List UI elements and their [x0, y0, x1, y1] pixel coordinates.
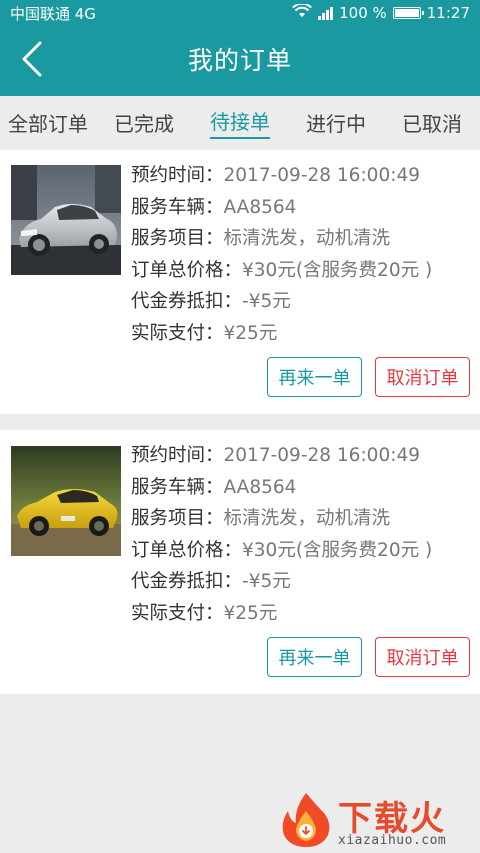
service-row: 服务项目：标清洗发，动机清洗 [131, 223, 474, 255]
page-title: 我的订单 [187, 46, 292, 75]
tab-completed[interactable]: 已完成 [96, 96, 192, 148]
status-icons: 100 % 11:27 [292, 2, 470, 22]
field-value: AA8564 [223, 476, 297, 498]
field-label: 订单总价格： [131, 539, 243, 561]
flame-logo-icon [278, 791, 334, 853]
vehicle-row: 服务车辆：AA8564 [131, 472, 474, 504]
watermark-url: xiazaihuo.com [338, 833, 447, 848]
voucher-row: 代金券抵扣：-¥5元 [131, 286, 474, 318]
car-image[interactable] [11, 165, 121, 275]
reorder-button[interactable]: 再来一单 [267, 637, 362, 677]
field-label: 服务车辆： [131, 476, 224, 498]
voucher-row: 代金券抵扣：-¥5元 [131, 566, 474, 598]
nav-bar: 我的订单 [0, 26, 480, 96]
order-card: 预约时间：2017-09-28 16:00:49 服务车辆：AA8564 服务项… [0, 150, 480, 414]
cancel-order-button[interactable]: 取消订单 [375, 637, 470, 677]
car-image[interactable] [11, 446, 121, 556]
field-value: ¥25元 [223, 602, 278, 624]
tab-label: 已取消 [402, 111, 462, 136]
tab-in-progress[interactable]: 进行中 [288, 96, 384, 148]
vehicle-row: 服务车辆：AA8564 [131, 192, 474, 224]
field-label: 代金券抵扣： [131, 571, 243, 593]
cancel-order-button[interactable]: 取消订单 [375, 357, 470, 397]
service-row: 服务项目：标清洗发，动机清洗 [131, 503, 474, 535]
tab-label: 已完成 [114, 111, 174, 136]
field-value: 标清洗发，动机清洗 [223, 228, 391, 250]
tab-label: 进行中 [306, 111, 366, 136]
field-value: ¥30元(含服务费20元 ) [242, 259, 433, 281]
order-details: 预约时间：2017-09-28 16:00:49 服务车辆：AA8564 服务项… [131, 440, 474, 630]
field-value: 2017-09-28 16:00:49 [223, 445, 420, 466]
order-card: 预约时间：2017-09-28 16:00:49 服务车辆：AA8564 服务项… [0, 430, 480, 694]
field-value: AA8564 [223, 196, 297, 218]
battery-icon [392, 7, 424, 19]
field-value: ¥25元 [223, 322, 278, 344]
field-label: 预约时间： [131, 165, 224, 186]
status-bar: 中国联通 4G 100 % 11:27 [0, 0, 480, 26]
field-value: -¥5元 [242, 291, 291, 313]
signal-icon [318, 6, 334, 20]
field-label: 实际支付： [131, 602, 224, 624]
field-label: 代金券抵扣： [131, 291, 243, 313]
tab-cancelled[interactable]: 已取消 [384, 96, 480, 148]
battery-percent: 100 % [339, 4, 387, 22]
order-tabs: 全部订单 已完成 待接单 进行中 已取消 [0, 96, 480, 148]
wifi-icon [292, 2, 313, 22]
actual-payment-row: 实际支付：¥25元 [131, 598, 474, 630]
appointment-time-row: 预约时间：2017-09-28 16:00:49 [131, 440, 474, 472]
field-label: 服务项目： [131, 508, 224, 530]
reorder-button[interactable]: 再来一单 [267, 357, 362, 397]
battery-fill [394, 9, 419, 17]
field-label: 服务车辆： [131, 196, 224, 218]
tab-pending[interactable]: 待接单 [192, 96, 288, 148]
order-details: 预约时间：2017-09-28 16:00:49 服务车辆：AA8564 服务项… [131, 160, 474, 350]
carrier-label: 中国联通 4G [10, 4, 96, 23]
watermark-logo: 下载火 xiazaihuo.com [276, 789, 476, 851]
field-value: -¥5元 [242, 571, 291, 593]
clock: 11:27 [426, 4, 470, 22]
total-price-row: 订单总价格：¥30元(含服务费20元 ) [131, 535, 474, 567]
field-label: 订单总价格： [131, 259, 243, 281]
actual-payment-row: 实际支付：¥25元 [131, 318, 474, 350]
tab-label: 全部订单 [8, 111, 88, 136]
field-value: ¥30元(含服务费20元 ) [242, 539, 433, 561]
field-value: 标清洗发，动机清洗 [223, 508, 391, 530]
field-label: 服务项目： [131, 228, 224, 250]
appointment-time-row: 预约时间：2017-09-28 16:00:49 [131, 160, 474, 192]
tab-label: 待接单 [210, 106, 270, 139]
total-price-row: 订单总价格：¥30元(含服务费20元 ) [131, 255, 474, 287]
field-value: 2017-09-28 16:00:49 [223, 165, 420, 186]
field-label: 预约时间： [131, 445, 224, 466]
tab-all-orders[interactable]: 全部订单 [0, 96, 96, 148]
field-label: 实际支付： [131, 322, 224, 344]
